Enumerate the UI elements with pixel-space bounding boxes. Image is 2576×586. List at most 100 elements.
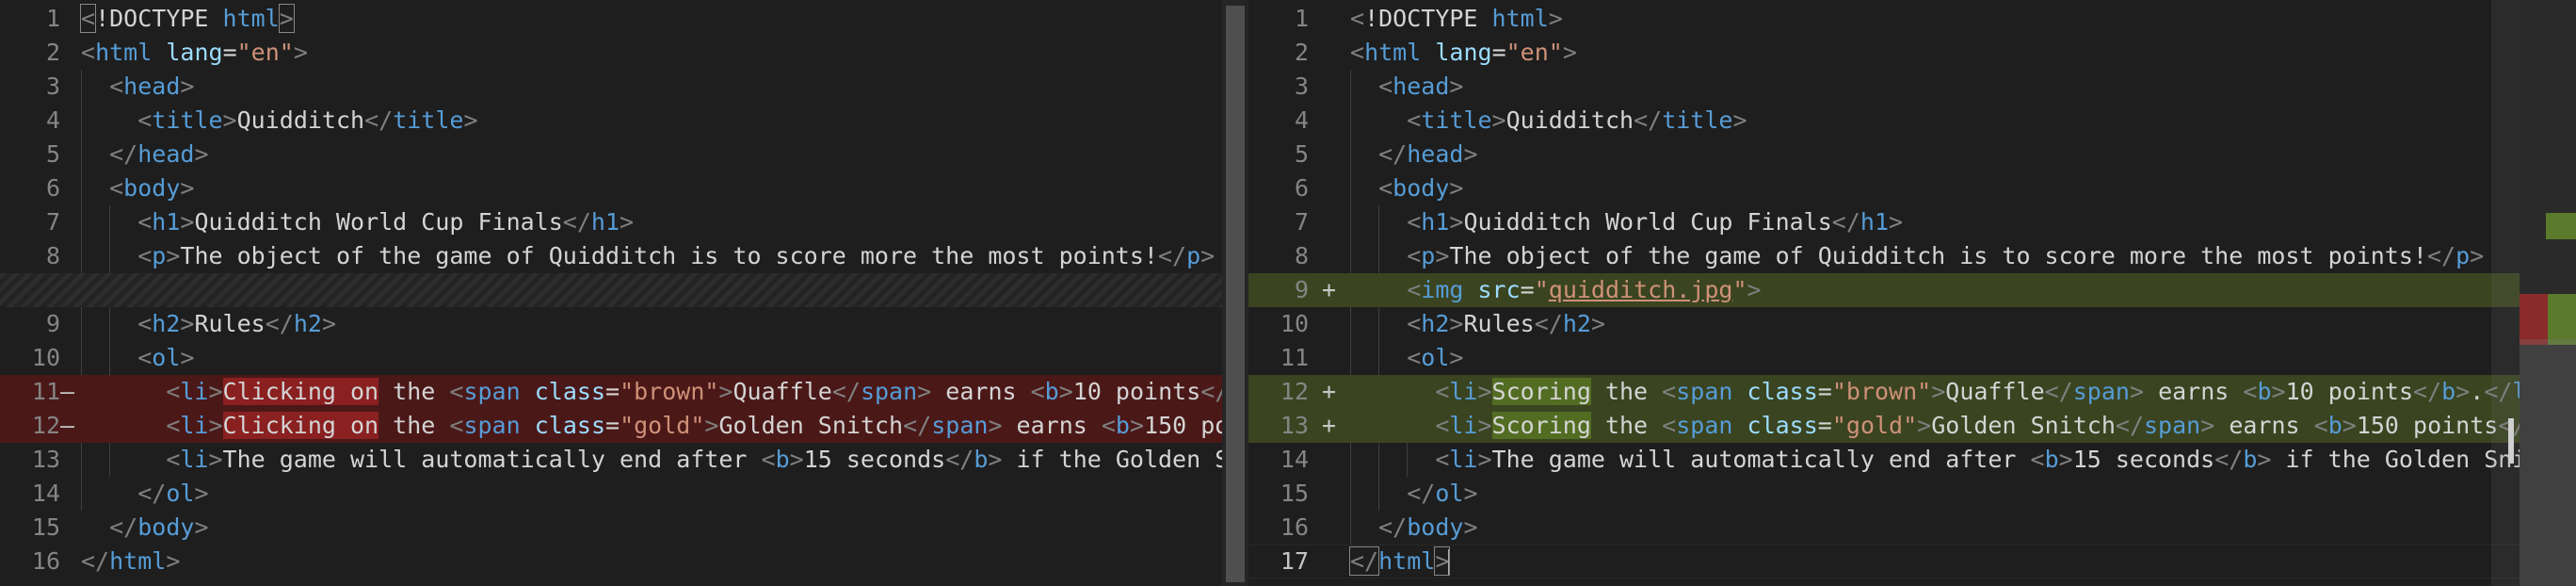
code-line[interactable]: 7 <h1>Quidditch World Cup Finals</h1> bbox=[0, 205, 1222, 239]
original-editor-pane[interactable]: 1 <!DOCTYPE html> 2 <html lang="en"> 3 <head… bbox=[0, 0, 1222, 586]
code-text[interactable]: </html> bbox=[81, 545, 180, 578]
code-line[interactable]: 11 <ol> bbox=[1248, 341, 2520, 375]
line-number: 16 bbox=[31, 547, 60, 575]
code-line[interactable]: 1 <!DOCTYPE html> bbox=[0, 2, 1222, 36]
line-number: 15 bbox=[31, 513, 60, 541]
code-line[interactable]: 3 <head> bbox=[1248, 70, 2520, 104]
code-text[interactable]: </body> bbox=[1350, 511, 1477, 545]
code-text[interactable]: </body> bbox=[81, 511, 208, 545]
code-line[interactable]: 15 </body> bbox=[0, 511, 1222, 545]
code-text[interactable]: <p>The object of the game of Quidditch i… bbox=[81, 239, 1215, 273]
code-text[interactable]: <title>Quidditch</title> bbox=[1350, 104, 1747, 138]
original-vertical-scrollbar[interactable] bbox=[1222, 0, 1248, 586]
code-line[interactable]: 4 <title>Quidditch</title> bbox=[0, 104, 1222, 138]
line-number: 12 bbox=[31, 412, 60, 439]
code-text[interactable]: <img src="quidditch.jpg"> bbox=[1350, 273, 1761, 307]
line-number: 13 bbox=[1280, 412, 1309, 439]
inserted-code-line[interactable]: 12 + <li>Scoring the <span class="brown">… bbox=[1248, 375, 2520, 409]
overview-insert-marker bbox=[2548, 294, 2576, 345]
line-number: 10 bbox=[31, 344, 60, 371]
code-text[interactable]: <body> bbox=[81, 171, 194, 205]
line-number: 8 bbox=[1294, 242, 1309, 269]
code-text[interactable]: <h2>Rules</h2> bbox=[81, 307, 336, 341]
deleted-code-line[interactable]: 11— <li>Clicking on the <span class="bro… bbox=[0, 375, 1222, 409]
code-line[interactable]: 1 <!DOCTYPE html> bbox=[1248, 2, 2520, 36]
code-text[interactable]: </head> bbox=[1350, 138, 1477, 171]
line-number: 5 bbox=[1294, 140, 1309, 168]
line-number: 14 bbox=[1280, 446, 1309, 473]
line-number: 14 bbox=[31, 480, 60, 507]
modified-vertical-scrollbar[interactable] bbox=[2491, 0, 2520, 586]
code-line[interactable]: 8 <p>The object of the game of Quidditch… bbox=[0, 239, 1222, 273]
code-line[interactable]: 5 </head> bbox=[1248, 138, 2520, 171]
insert-indicator: + bbox=[1322, 276, 1337, 303]
code-line[interactable]: 6 <body> bbox=[1248, 171, 2520, 205]
code-line[interactable]: 15 </ol> bbox=[1248, 477, 2520, 511]
code-line[interactable]: 17 </html> bbox=[1248, 545, 2520, 578]
code-text[interactable]: <html lang="en"> bbox=[1350, 36, 1577, 70]
code-text[interactable]: <li>Clicking on the <span class="gold">G… bbox=[81, 409, 1222, 443]
inserted-code-line[interactable]: 13 + <li>Scoring the <span class="gold">G… bbox=[1248, 409, 2520, 443]
code-line[interactable]: 16 </html> bbox=[0, 545, 1222, 578]
code-line[interactable]: 10 <ol> bbox=[0, 341, 1222, 375]
code-line[interactable]: 14 </ol> bbox=[0, 477, 1222, 511]
code-text[interactable]: <li>The game will automatically end afte… bbox=[81, 443, 1222, 477]
deleted-code-line[interactable]: 12— <li>Clicking on the <span class="gol… bbox=[0, 409, 1222, 443]
code-text[interactable]: <html lang="en"> bbox=[81, 36, 308, 70]
insert-indicator: + bbox=[1322, 378, 1337, 405]
code-line[interactable]: 8 <p>The object of the game of Quidditch… bbox=[1248, 239, 2520, 273]
code-text[interactable]: <title>Quidditch</title> bbox=[81, 104, 477, 138]
modified-editor-pane[interactable]: 1 <!DOCTYPE html> 2 <html lang="en"> 3 <head… bbox=[1248, 0, 2520, 586]
code-line[interactable]: 14 <li>The game will automatically end a… bbox=[1248, 443, 2520, 477]
line-number: 5 bbox=[45, 140, 60, 168]
code-line[interactable]: 2 <html lang="en"> bbox=[0, 36, 1222, 70]
line-number: 7 bbox=[1294, 208, 1309, 236]
code-text[interactable]: <head> bbox=[81, 70, 194, 104]
code-line[interactable]: 3 <head> bbox=[0, 70, 1222, 104]
delete-indicator: — bbox=[60, 412, 75, 439]
code-text[interactable]: </ol> bbox=[1350, 477, 1477, 511]
overview-viewport-indicator[interactable] bbox=[2520, 339, 2576, 586]
line-number: 1 bbox=[1294, 5, 1309, 32]
code-line[interactable]: 2 <html lang="en"> bbox=[1248, 36, 2520, 70]
code-text[interactable]: <!DOCTYPE html> bbox=[79, 2, 295, 36]
code-text[interactable]: </head> bbox=[81, 138, 208, 171]
code-text[interactable]: <ol> bbox=[81, 341, 194, 375]
code-text[interactable]: <body> bbox=[1350, 171, 1463, 205]
code-text[interactable]: <li>Scoring the <span class="gold">Golde… bbox=[1350, 409, 2520, 443]
line-number: 4 bbox=[1294, 106, 1309, 134]
line-number: 9 bbox=[45, 310, 60, 337]
diff-overview-ruler[interactable] bbox=[2520, 0, 2576, 586]
code-text[interactable]: <h2>Rules</h2> bbox=[1350, 307, 1605, 341]
code-text[interactable]: <h1>Quidditch World Cup Finals</h1> bbox=[81, 205, 634, 239]
code-line[interactable]: 4 <title>Quidditch</title> bbox=[1248, 104, 2520, 138]
line-number: 1 bbox=[45, 5, 60, 32]
code-text[interactable]: <li>Scoring the <span class="brown">Quaf… bbox=[1350, 375, 2520, 409]
code-line[interactable]: 9 <h2>Rules</h2> bbox=[0, 307, 1222, 341]
code-text[interactable]: <head> bbox=[1350, 70, 1463, 104]
line-number: 4 bbox=[45, 106, 60, 134]
line-number: 12 bbox=[1280, 378, 1309, 405]
line-number: 10 bbox=[1280, 310, 1309, 337]
code-text[interactable]: <!DOCTYPE html> bbox=[1350, 2, 1563, 36]
line-number: 2 bbox=[45, 39, 60, 66]
overview-delete-marker bbox=[2520, 294, 2548, 345]
code-text[interactable]: </ol> bbox=[81, 477, 208, 511]
code-line[interactable]: 6 <body> bbox=[0, 171, 1222, 205]
code-text[interactable]: <li>The game will automatically end afte… bbox=[1350, 443, 2520, 477]
code-text[interactable]: <p>The object of the game of Quidditch i… bbox=[1350, 239, 2484, 273]
code-text[interactable]: <li>Clicking on the <span class="brown">… bbox=[81, 375, 1222, 409]
line-number: 6 bbox=[1294, 174, 1309, 202]
insert-indicator: + bbox=[1322, 412, 1337, 439]
original-scrollbar-thumb[interactable] bbox=[1226, 6, 1245, 582]
diff-editor: 1 <!DOCTYPE html> 2 <html lang="en"> 3 <head… bbox=[0, 0, 2576, 586]
code-line[interactable]: 7 <h1>Quidditch World Cup Finals</h1> bbox=[1248, 205, 2520, 239]
code-line[interactable]: 5 </head> bbox=[0, 138, 1222, 171]
inserted-code-line[interactable]: 9 + <img src="quidditch.jpg"> bbox=[1248, 273, 2520, 307]
code-line[interactable]: 16 </body> bbox=[1248, 511, 2520, 545]
code-text[interactable]: <ol> bbox=[1350, 341, 1463, 375]
code-text[interactable]: <h1>Quidditch World Cup Finals</h1> bbox=[1350, 205, 1903, 239]
code-text[interactable]: </html> bbox=[1348, 545, 1451, 578]
code-line[interactable]: 13 <li>The game will automatically end a… bbox=[0, 443, 1222, 477]
code-line[interactable]: 10 <h2>Rules</h2> bbox=[1248, 307, 2520, 341]
